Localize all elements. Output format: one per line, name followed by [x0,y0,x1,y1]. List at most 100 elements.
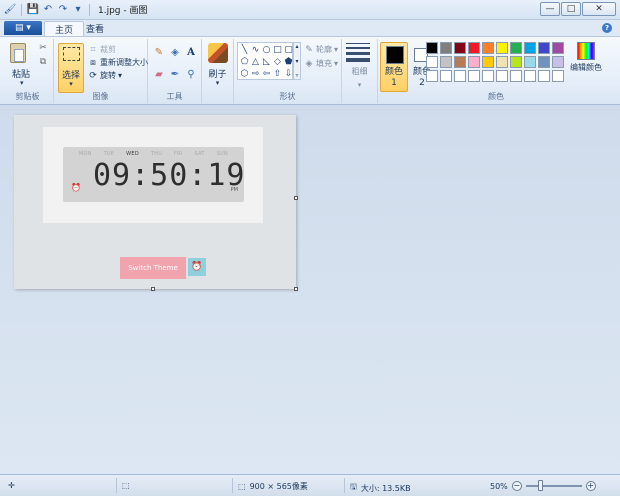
customize-qat-icon[interactable]: ▾ [72,4,84,16]
palette-swatch[interactable] [524,42,536,54]
fill-bucket-icon[interactable]: ◈ [168,45,182,59]
tools-group-label: 工具 [166,92,183,101]
rotate-label: 旋转 [100,71,116,80]
resize-handle-bottom[interactable] [151,287,155,291]
palette-swatch[interactable] [496,56,508,68]
cut-icon[interactable]: ✂ [38,43,48,53]
palette-swatch[interactable] [510,56,522,68]
shapes-scroll-up-icon[interactable]: ▴ [295,43,298,50]
palette-swatch[interactable] [468,42,480,54]
crop-icon: ⌗ [90,44,96,55]
brushes-group[interactable]: 刷子 ▾ [202,39,234,103]
palette-swatch[interactable] [426,70,438,82]
palette-swatch[interactable] [496,70,508,82]
redo-icon[interactable]: ↷ [57,4,69,16]
shapes-more-icon[interactable]: ▿ [295,72,298,79]
palette-swatch[interactable] [552,42,564,54]
zoom-in-button[interactable]: + [585,481,596,491]
arrow-right-shape-icon[interactable]: ⇨ [250,68,261,80]
palette-swatch[interactable] [482,70,494,82]
minimize-button[interactable]: — [540,2,560,16]
outline-label: 轮廓 [316,45,332,54]
paste-dropdown-icon[interactable]: ▾ [20,79,24,87]
palette-swatch[interactable] [538,56,550,68]
undo-icon[interactable]: ↶ [42,4,54,16]
zoom-slider[interactable] [525,480,582,491]
save-icon[interactable]: 💾 [27,4,39,16]
edit-colors-label: 编辑颜色 [570,63,602,72]
select-button[interactable]: 选择 ▾ [58,43,84,93]
palette-swatch[interactable] [454,70,466,82]
help-icon[interactable]: ? [602,23,612,33]
arrow-up-shape-icon[interactable]: ⇧ [272,68,283,80]
canvas-workspace[interactable]: MON TUE WED THU FRI SAT SUN 09:50:19 ⏰ P… [0,105,620,474]
app-menu-button[interactable]: ▤ ▾ [4,21,42,35]
oval-shape-icon[interactable]: ○ [261,44,272,56]
pencil-icon[interactable]: ✎ [152,45,166,59]
magnifier-icon[interactable]: ⚲ [184,67,198,81]
palette-swatch[interactable] [440,56,452,68]
diamond-shape-icon[interactable]: ◇ [272,56,283,68]
triangle-shape-icon[interactable]: △ [250,56,261,68]
palette-swatch[interactable] [552,56,564,68]
polygon-shape-icon[interactable]: ⬠ [239,56,250,68]
tab-view[interactable]: 查看 [76,21,114,36]
palette-swatch[interactable] [440,42,452,54]
zoom-out-button[interactable]: − [511,481,522,491]
crop-button[interactable]: ⌗ 裁剪 [88,44,116,55]
hexagon-shape-icon[interactable]: ⬡ [239,68,250,80]
paste-icon[interactable] [10,43,26,63]
fill-button[interactable]: ◈ 填充 ▾ [304,58,338,69]
statusbar-separator [232,478,233,493]
title-bar: 🖌 💾 ↶ ↷ ▾ 1.jpg - 画图 — □ ✕ [0,0,620,20]
resize-button[interactable]: ⧈ 重新调整大小 [88,57,148,68]
maximize-button[interactable]: □ [561,2,581,16]
text-tool-icon[interactable]: A [184,45,198,59]
size-group[interactable]: 粗细 ▾ [342,39,378,103]
palette-swatch[interactable] [552,70,564,82]
switch-theme-button: Switch Theme [120,257,186,279]
edit-colors-button[interactable]: 编辑颜色 [568,42,604,73]
palette-swatch[interactable] [482,56,494,68]
drawing-canvas[interactable]: MON TUE WED THU FRI SAT SUN 09:50:19 ⏰ P… [14,115,296,289]
resize-handle-corner[interactable] [294,287,298,291]
palette-swatch[interactable] [468,70,480,82]
fill-icon: ◈ [305,58,313,69]
palette-swatch[interactable] [538,42,550,54]
outline-button[interactable]: ✎ 轮廓 ▾ [304,44,338,55]
paint-app-icon[interactable]: 🖌 [4,4,17,16]
palette-swatch[interactable] [482,42,494,54]
color-picker-icon[interactable]: ✒ [168,67,182,81]
palette-swatch[interactable] [426,56,438,68]
palette-swatch[interactable] [510,70,522,82]
palette-swatch[interactable] [538,70,550,82]
edit-colors-icon [577,42,595,60]
shapes-scroll-down-icon[interactable]: ▾ [295,58,298,65]
palette-swatch[interactable] [468,56,480,68]
palette-swatch[interactable] [426,42,438,54]
curve-shape-icon[interactable]: ∿ [250,44,261,56]
arrow-left-shape-icon[interactable]: ⇦ [261,68,272,80]
palette-swatch[interactable] [454,56,466,68]
palette-swatch[interactable] [510,42,522,54]
zoom-slider-thumb[interactable] [537,480,543,491]
file-size-icon: 🖫 [350,482,357,491]
close-button[interactable]: ✕ [582,2,616,16]
cursor-position-icon: ✛ [8,481,15,490]
palette-swatch[interactable] [524,56,536,68]
copy-icon[interactable]: ⧉ [38,57,48,67]
rotate-button[interactable]: ⟳ 旋转 ▾ [88,70,122,81]
palette-swatch[interactable] [454,42,466,54]
palette-swatch[interactable] [440,70,452,82]
palette-swatch[interactable] [496,42,508,54]
rectangle-shape-icon[interactable]: □ [272,44,283,56]
line-shape-icon[interactable]: ╲ [239,44,250,56]
color1-button[interactable]: 颜色 1 [380,42,408,92]
quick-access-toolbar: 🖌 💾 ↶ ↷ ▾ [0,3,92,16]
resize-handle-right[interactable] [294,196,298,200]
right-triangle-shape-icon[interactable]: ◺ [261,56,272,68]
shapes-scroll[interactable]: ▴ ▾ ▿ [293,42,301,80]
day-fri: FRI [173,151,183,157]
palette-swatch[interactable] [524,70,536,82]
eraser-icon[interactable]: ▰ [152,67,166,81]
